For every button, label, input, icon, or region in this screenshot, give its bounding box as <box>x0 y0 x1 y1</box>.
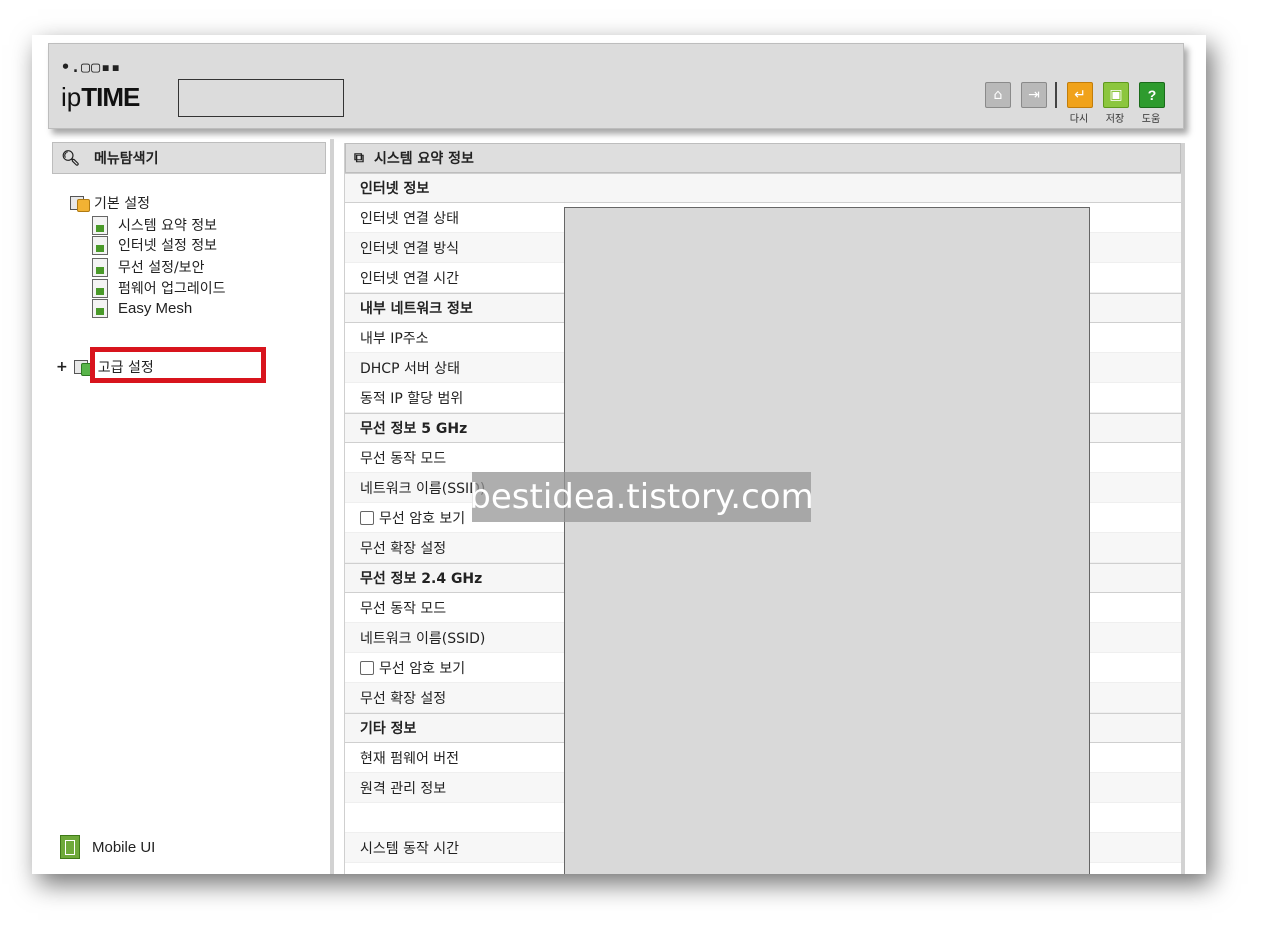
reload-icon: ↵ <box>1074 87 1086 103</box>
row-label: 무선 정보 5 GHz <box>360 421 468 437</box>
row-label: 동적 IP 할당 범위 <box>360 390 464 407</box>
row-label: 무선 확장 설정 <box>360 690 447 707</box>
save-button[interactable]: ▣ <box>1103 82 1129 108</box>
router-admin-window: •.▢▢▪▪ ipTIME ⌂ ⇥ ↵ 다시 ▣ 저장 ? 도움 🔍︎ 메뉴탐색… <box>32 35 1206 874</box>
redacted-values-block <box>564 207 1090 874</box>
row-label: 시스템 동작 시간 <box>360 840 460 857</box>
basic-settings-label: 기본 설정 <box>94 196 150 212</box>
folder-icon <box>70 196 90 212</box>
row-label: 원격 관리 정보 <box>360 780 447 797</box>
row-label: 무선 암호 보기 <box>379 510 466 527</box>
tree-item-label: Easy Mesh <box>118 300 193 317</box>
internet-doc-icon <box>92 235 108 255</box>
tree-basic-settings[interactable]: 기본 설정 <box>70 193 150 213</box>
toolbar: ⌂ ⇥ ↵ 다시 ▣ 저장 ? 도움 <box>985 82 1165 126</box>
row-label: 기타 정보 <box>360 721 417 737</box>
tree-item-label: 무선 설정/보안 <box>118 260 205 276</box>
firmware-doc-icon <box>92 278 108 298</box>
reload-button[interactable]: ↵ <box>1067 82 1093 108</box>
help-label: 도움 <box>1141 114 1161 125</box>
tree-item-wireless-security[interactable]: 무선 설정/보안 <box>92 257 204 277</box>
help-button[interactable]: ? <box>1139 82 1165 108</box>
home-button[interactable]: ⌂ <box>985 82 1011 108</box>
tree-item-system-summary[interactable]: 시스템 요약 정보 <box>92 215 217 235</box>
logout-icon: ⇥ <box>1028 87 1040 103</box>
tree-item-easy-mesh[interactable]: Easy Mesh <box>92 299 192 318</box>
row-label: 네트워크 이름(SSID) <box>360 480 486 497</box>
chart-doc-icon <box>92 215 108 235</box>
iptime-logo: ipTIME <box>61 82 140 113</box>
logout-button[interactable]: ⇥ <box>1021 82 1047 108</box>
model-name-box <box>178 79 344 117</box>
header-bar: •.▢▢▪▪ ipTIME ⌂ ⇥ ↵ 다시 ▣ 저장 ? 도움 <box>48 43 1184 129</box>
tree-item-label: 인터넷 설정 정보 <box>118 238 218 254</box>
row-label: 인터넷 연결 상태 <box>360 210 460 227</box>
row-label: 무선 정보 2.4 GHz <box>360 571 483 587</box>
row-label: DHCP 서버 상태 <box>360 360 460 377</box>
row-label: 인터넷 정보 <box>360 181 430 197</box>
help-icon: ? <box>1147 87 1157 103</box>
row-label: 인터넷 연결 방식 <box>360 240 460 257</box>
row-label: 무선 동작 모드 <box>360 450 447 467</box>
reload-label: 다시 <box>1069 114 1089 125</box>
logo-ip: ip <box>61 82 82 112</box>
row-label: 무선 확장 설정 <box>360 540 447 557</box>
save-label: 저장 <box>1105 114 1125 125</box>
tree-item-label: 시스템 요약 정보 <box>118 218 218 234</box>
home-icon: ⌂ <box>993 87 1003 103</box>
menu-explorer-title: 🔍︎ 메뉴탐색기 <box>52 142 326 174</box>
mobile-ui-label: Mobile UI <box>92 838 156 856</box>
wireless-doc-icon <box>92 257 108 277</box>
row-label: 무선 동작 모드 <box>360 600 447 617</box>
menu-explorer-panel: 🔍︎ 메뉴탐색기 기본 설정 시스템 요약 정보 인터넷 설정 정보 무선 설정… <box>48 139 334 874</box>
highlight-annotation-box <box>90 347 266 383</box>
windows-icon: ⧉ <box>354 150 364 166</box>
panel-title: 시스템 요약 정보 <box>374 151 474 167</box>
section-header-row: 인터넷 정보 <box>345 173 1181 203</box>
mobile-phone-icon <box>60 835 80 859</box>
panel-title-bar: ⧉ 시스템 요약 정보 <box>345 143 1181 173</box>
magnifier-icon: 🔍︎ <box>61 149 81 167</box>
show-password-checkbox[interactable] <box>360 660 374 675</box>
row-label: 인터넷 연결 시간 <box>360 270 460 287</box>
show-password-checkbox[interactable] <box>360 510 374 525</box>
tree-item-firmware-upgrade[interactable]: 펌웨어 업그레이드 <box>92 278 226 298</box>
row-label: 네트워크 이름(SSID) <box>360 630 486 647</box>
logo-dots: •.▢▢▪▪ <box>61 58 122 76</box>
menu-explorer-label: 메뉴탐색기 <box>94 151 159 167</box>
tree-item-label: 펌웨어 업그레이드 <box>118 281 226 297</box>
watermark: bestidea.tistory.com <box>469 472 814 522</box>
row-label: 현재 펌웨어 버전 <box>360 750 460 767</box>
row-label: 내부 IP주소 <box>360 330 429 347</box>
toolbar-separator <box>1055 82 1057 108</box>
tree-item-internet-settings[interactable]: 인터넷 설정 정보 <box>92 235 217 255</box>
save-icon: ▣ <box>1109 87 1123 103</box>
expand-plus-icon[interactable]: + <box>56 359 68 375</box>
row-label: 내부 네트워크 정보 <box>360 301 473 317</box>
mobile-ui-link[interactable]: Mobile UI <box>60 835 155 859</box>
mesh-doc-icon <box>92 299 108 318</box>
logo-time: TIME <box>81 82 140 112</box>
row-label: 무선 암호 보기 <box>379 660 466 677</box>
